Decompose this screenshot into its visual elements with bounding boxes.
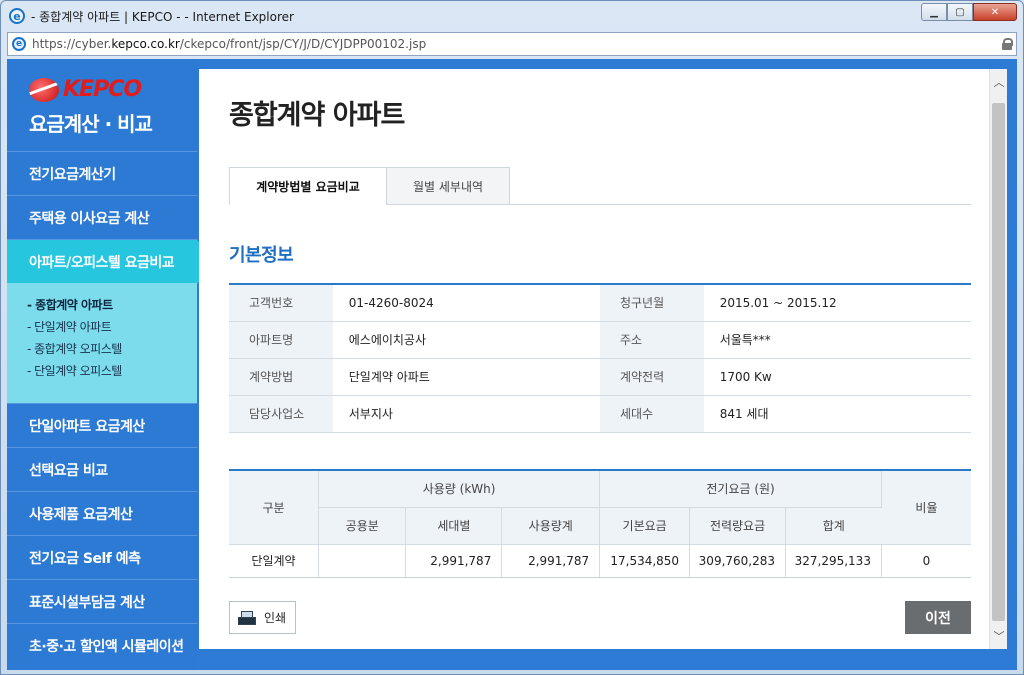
info-value: 2015.01 ~ 2015.12 (703, 284, 971, 322)
header-usage-group: 사용량 (kWh) (318, 470, 601, 508)
window-controls: ▁ ▢ ✕ (921, 3, 1017, 21)
print-button[interactable]: 인쇄 (229, 601, 296, 634)
submenu-item-single-officetel[interactable]: - 단일계약 오피스텔 (27, 359, 197, 381)
header-base-fee: 기본요금 (599, 507, 691, 545)
submenu-item-combined-officetel[interactable]: - 종합계약 오피스텔 (27, 337, 197, 359)
header-category: 구분 (229, 470, 319, 545)
info-label: 계약방법 (229, 358, 333, 396)
info-label: 세대수 (599, 395, 704, 433)
cell-household: 2,991,787 (405, 544, 503, 578)
sidebar-item-facility-charge[interactable]: 표준시설부담금 계산 (7, 579, 197, 623)
sidebar-item-self-forecast[interactable]: 전기요금 Self 예측 (7, 535, 197, 579)
cell-common (318, 544, 407, 578)
tab-contract-compare[interactable]: 계약방법별 요금비교 (229, 167, 387, 205)
kepco-emblem-icon (29, 77, 59, 102)
sidebar-item-appliance-fee[interactable]: 사용제품 요금계산 (7, 491, 197, 535)
header-sum: 합계 (785, 507, 882, 545)
page-viewport: KEPCO 요금계산 · 비교 전기요금계산기 주택용 이사요금 계산 아파트/… (7, 59, 1017, 670)
sidebar-item-apartment-compare[interactable]: 아파트/오피스텔 요금비교 (7, 239, 219, 284)
header-common: 공용분 (318, 507, 407, 545)
sidebar-item-single-apartment-calc[interactable]: 단일아파트 요금계산 (7, 403, 197, 447)
table-header-row: 공용분 세대별 사용량계 기본요금 전력량요금 합계 (229, 507, 971, 545)
cell-sum: 327,295,133 (785, 544, 882, 578)
cell-energy-fee: 309,760,283 (689, 544, 787, 578)
table-row: 담당사업소 서부지사 세대수 841 세대 (229, 395, 971, 433)
table-row: 고객번호 01-4260-8024 청구년월 2015.01 ~ 2015.12 (229, 284, 971, 322)
scroll-up-icon[interactable]: ︿ (990, 73, 1008, 91)
info-value: 841 세대 (703, 395, 971, 433)
table-row: 계약방법 단일계약 아파트 계약전력 1700 Kw (229, 358, 971, 396)
kepco-logo[interactable]: KEPCO 요금계산 · 비교 (7, 59, 197, 151)
cell-usage-total: 2,991,787 (501, 544, 601, 578)
close-button[interactable]: ✕ (973, 3, 1017, 21)
table-row: 아파트명 에스에이치공사 주소 서울특*** (229, 321, 971, 359)
page-favicon-icon: e (12, 37, 26, 51)
page-title: 종합계약 아파트 (229, 100, 405, 131)
basic-info-table: 고객번호 01-4260-8024 청구년월 2015.01 ~ 2015.12… (229, 283, 971, 433)
table-header-row: 구분 사용량 (kWh) 전기요금 (원) 비율 (229, 470, 971, 545)
minimize-button[interactable]: ▁ (921, 3, 947, 21)
info-value: 1700 Kw (703, 358, 971, 396)
url-text[interactable]: https://cyber.kepco.co.kr/ckepco/front/j… (32, 37, 426, 51)
tab-bar: 계약방법별 요금비교 월별 세부내역 (229, 167, 971, 205)
lock-icon[interactable] (1002, 38, 1013, 50)
cell-ratio: 0 (881, 544, 971, 578)
header-energy-fee: 전력량요금 (689, 507, 787, 545)
info-label: 청구년월 (599, 284, 704, 322)
sidebar-item-moving-fee[interactable]: 주택용 이사요금 계산 (7, 195, 197, 239)
submenu-item-combined-apartment[interactable]: - 종합계약 아파트 (27, 293, 197, 315)
header-usage-total: 사용량계 (501, 507, 601, 545)
tab-monthly-details[interactable]: 월별 세부내역 (386, 167, 510, 205)
sidebar-item-calculator[interactable]: 전기요금계산기 (7, 151, 197, 195)
info-label: 담당사업소 (229, 395, 333, 433)
title-bar: e - 종합계약 아파트 | KEPCO - - Internet Explor… (1, 1, 1023, 31)
info-label: 아파트명 (229, 321, 333, 359)
sidebar: KEPCO 요금계산 · 비교 전기요금계산기 주택용 이사요금 계산 아파트/… (7, 59, 219, 670)
info-label: 계약전력 (599, 358, 704, 396)
scroll-down-icon[interactable]: ﹀ (990, 627, 1008, 645)
info-value: 01-4260-8024 (332, 284, 600, 322)
header-fee-group: 전기요금 (원) (599, 470, 882, 508)
scroll-thumb[interactable] (992, 103, 1005, 621)
logo-wordmark: KEPCO (63, 77, 142, 102)
sidebar-menu: 전기요금계산기 주택용 이사요금 계산 아파트/오피스텔 요금비교 - 종합계약… (7, 151, 219, 667)
main-content: 종합계약 아파트 계약방법별 요금비교 월별 세부내역 기본정보 고객번호 01… (199, 69, 989, 649)
sidebar-submenu: - 종합계약 아파트 - 단일계약 아파트 - 종합계약 오피스텔 - 단일계약… (7, 283, 197, 403)
cell-base-fee: 17,534,850 (599, 544, 691, 578)
sidebar-item-school-discount[interactable]: 초·중·고 할인액 시뮬레이션 (7, 623, 197, 667)
prev-button[interactable]: 이전 (905, 601, 971, 634)
sidebar-item-optional-fee[interactable]: 선택요금 비교 (7, 447, 197, 491)
window-title: - 종합계약 아파트 | KEPCO - - Internet Explorer (31, 9, 294, 24)
section-title-basic-info: 기본정보 (229, 245, 294, 266)
info-value: 서부지사 (332, 395, 600, 433)
info-label: 고객번호 (229, 284, 333, 322)
printer-icon (238, 610, 256, 625)
header-household: 세대별 (405, 507, 503, 545)
submenu-item-single-apartment[interactable]: - 단일계약 아파트 (27, 315, 197, 337)
table-row: 단일계약 2,991,787 2,991,787 17,534,850 309,… (229, 544, 971, 578)
print-button-label: 인쇄 (264, 611, 287, 625)
usage-fee-table: 구분 사용량 (kWh) 전기요금 (원) 비율 공용분 세대별 사용량계 기본… (229, 469, 971, 578)
browser-window: e - 종합계약 아파트 | KEPCO - - Internet Explor… (0, 0, 1024, 675)
logo-subtitle: 요금계산 · 비교 (29, 112, 153, 136)
vertical-scrollbar[interactable]: ︿ ﹀ (989, 69, 1007, 649)
address-bar[interactable]: e https://cyber.kepco.co.kr/ckepco/front… (7, 32, 1017, 56)
info-value: 단일계약 아파트 (332, 358, 600, 396)
header-ratio: 비율 (881, 470, 971, 545)
maximize-button[interactable]: ▢ (947, 3, 973, 21)
cell-category: 단일계약 (229, 544, 319, 578)
internet-explorer-icon: e (9, 8, 25, 24)
info-value: 에스에이치공사 (332, 321, 600, 359)
info-label: 주소 (599, 321, 704, 359)
info-value: 서울특*** (703, 321, 971, 359)
